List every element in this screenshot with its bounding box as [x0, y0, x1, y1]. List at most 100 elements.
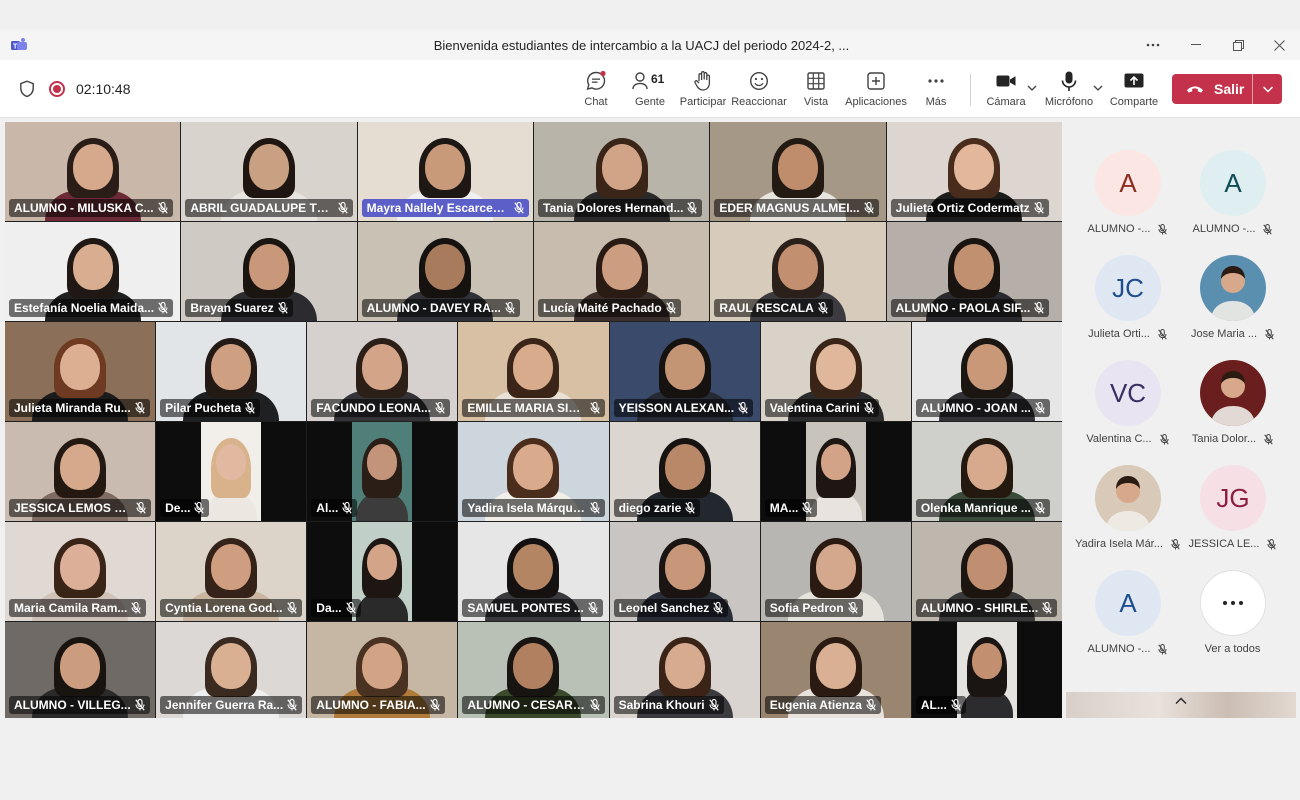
participant-face [815, 643, 856, 690]
smiley-icon [749, 71, 769, 91]
participant-name-tag: Pilar Pucheta [160, 399, 261, 417]
leave-button[interactable]: Salir [1172, 74, 1282, 104]
muted-mic-icon [1034, 202, 1044, 214]
roster-name: Julieta Orti... [1088, 328, 1150, 340]
chat-button[interactable]: Chat [580, 70, 612, 112]
participant-name: Sabrina Khouri [618, 698, 705, 712]
people-button[interactable]: 61 Gente [631, 70, 669, 112]
minimize-button[interactable] [1182, 34, 1210, 56]
roster-participant[interactable]: VC Valentina C... [1075, 352, 1180, 456]
video-tile[interactable]: Eugenia Atienza [760, 622, 911, 718]
muted-mic-icon [278, 302, 288, 314]
video-tile[interactable]: De... [156, 422, 307, 521]
participant-face [211, 343, 252, 390]
roster-participant[interactable]: A ALUMNO -... [1075, 142, 1180, 246]
add-app-icon [867, 72, 885, 90]
roster-participant[interactable]: JG JESSICA LE... [1180, 457, 1285, 561]
share-screen-icon [1124, 73, 1144, 88]
video-tile[interactable]: Maria Camila Ram... [5, 522, 156, 621]
view-button[interactable]: Vista [802, 70, 830, 112]
camera-options-chevron-icon[interactable] [1027, 84, 1037, 92]
video-tile[interactable]: Brayan Suarez [181, 222, 357, 321]
video-tile[interactable]: ALUMNO - VILLEG... [5, 622, 156, 718]
apps-button[interactable]: Aplicaciones [845, 70, 907, 112]
leave-main[interactable]: Salir [1172, 74, 1252, 104]
raise-hand-button[interactable]: Participar [680, 70, 726, 112]
video-tile[interactable]: diego zarie [609, 422, 760, 521]
video-tile[interactable]: EMILLE MARIA SIL... [458, 322, 609, 421]
video-tile[interactable]: JESSICA LEMOS G... [5, 422, 156, 521]
video-tile[interactable]: ALUMNO - JOAN ... [911, 322, 1062, 421]
video-tile[interactable]: Jennifer Guerra Ra... [156, 622, 307, 718]
participant-name-tag: JESSICA LEMOS G... [9, 499, 152, 517]
participant-name: Yadira Isela Márquez... [467, 501, 586, 515]
more-actions-button[interactable]: Más [922, 70, 950, 112]
video-tile[interactable]: ALUMNO - MILUSKA C... [5, 122, 181, 221]
chevron-up-icon[interactable] [1174, 696, 1188, 706]
muted-mic-icon [135, 699, 145, 711]
roster-participant[interactable]: Yadira Isela Már... [1075, 457, 1180, 561]
self-view-strip[interactable] [1066, 692, 1296, 718]
roster-name-row: Yadira Isela Már... [1075, 538, 1180, 550]
see-all-button[interactable] [1200, 570, 1266, 636]
microphone-options-chevron-icon[interactable] [1093, 84, 1103, 92]
participant-face [513, 543, 554, 590]
video-tile[interactable]: Julieta Ortiz Codermatz [886, 122, 1062, 221]
people-count: 61 [651, 72, 665, 86]
video-tile[interactable]: ALUMNO - CESAR ... [458, 622, 609, 718]
camera-icon [996, 75, 1016, 87]
window-more-button[interactable] [1139, 34, 1167, 56]
camera-button[interactable]: Cámara [986, 70, 1026, 112]
video-tile[interactable]: Leonel Sanchez [609, 522, 760, 621]
participant-name-tag: Al... [311, 499, 358, 517]
video-tile[interactable]: ALUMNO - FABIA... [307, 622, 458, 718]
video-tile[interactable]: ABRIL GUADALUPE TRI... [181, 122, 357, 221]
video-tile[interactable]: Lucía Maité Pachado [534, 222, 710, 321]
video-tile[interactable]: Sofia Pedron [760, 522, 911, 621]
video-tile[interactable]: Pilar Pucheta [156, 322, 307, 421]
share-button[interactable]: Comparte [1110, 70, 1158, 112]
video-tile[interactable]: Al... [307, 422, 458, 521]
roster-participant[interactable]: JC Julieta Orti... [1075, 247, 1180, 351]
hang-up-icon [1187, 86, 1203, 93]
video-tile[interactable]: AL... [911, 622, 1062, 718]
video-tile[interactable]: FACUNDO LEONA... [307, 322, 458, 421]
video-tile[interactable]: Tania Dolores Hernand... [534, 122, 710, 221]
video-tile[interactable]: MA... [760, 422, 911, 521]
video-tile[interactable]: Estefanía Noelia Maida... [5, 222, 181, 321]
microphone-button[interactable]: Micrófono [1043, 70, 1095, 112]
roster-participant[interactable]: Jose Maria ... [1180, 247, 1285, 351]
roster-participant[interactable]: Tania Dolor... [1180, 352, 1285, 456]
participant-name: RAUL RESCALA [719, 301, 814, 315]
participant-face [664, 643, 705, 690]
video-tile[interactable]: ALUMNO - PAOLA SIF... [886, 222, 1062, 321]
video-tile[interactable]: Julieta Miranda Ru... [5, 322, 156, 421]
participant-name-tag: ALUMNO - PAOLA SIF... [890, 299, 1050, 317]
shield-icon[interactable] [19, 80, 35, 98]
video-tile[interactable]: Cyntia Lorena God... [156, 522, 307, 621]
participant-name-tag: YEISSON ALEXAN... [613, 399, 754, 417]
leave-options-button[interactable] [1253, 74, 1282, 104]
close-window-button[interactable] [1265, 34, 1293, 56]
participant-name-tag: Valentina Carini [764, 399, 879, 417]
restore-icon [1232, 39, 1244, 51]
video-tile[interactable]: YEISSON ALEXAN... [609, 322, 760, 421]
video-tile[interactable]: Mayra Nallely Escarcega ... [357, 122, 533, 221]
video-tile[interactable]: RAUL RESCALA [710, 222, 886, 321]
video-tile[interactable]: Olenka Manrique ... [911, 422, 1062, 521]
video-tile[interactable]: EDER MAGNUS ALMEI... [710, 122, 886, 221]
video-tile[interactable]: Da... [307, 522, 458, 621]
video-tile[interactable]: SAMUEL PONTES ... [458, 522, 609, 621]
video-tile[interactable]: Yadira Isela Márquez... [458, 422, 609, 521]
react-button[interactable]: Reaccionar [731, 70, 787, 112]
see-all-participants[interactable]: Ver a todos [1180, 562, 1285, 666]
video-tile[interactable]: Sabrina Khouri [609, 622, 760, 718]
restore-button[interactable] [1224, 34, 1252, 56]
muted-mic-icon [866, 699, 876, 711]
video-tile[interactable]: Valentina Carini [760, 322, 911, 421]
video-tile[interactable]: ALUMNO - DAVEY RA... [357, 222, 533, 321]
muted-mic-icon [738, 402, 748, 414]
roster-participant[interactable]: A ALUMNO -... [1180, 142, 1285, 246]
video-tile[interactable]: ALUMNO - SHIRLE... [911, 522, 1062, 621]
roster-participant[interactable]: A ALUMNO -... [1075, 562, 1180, 666]
